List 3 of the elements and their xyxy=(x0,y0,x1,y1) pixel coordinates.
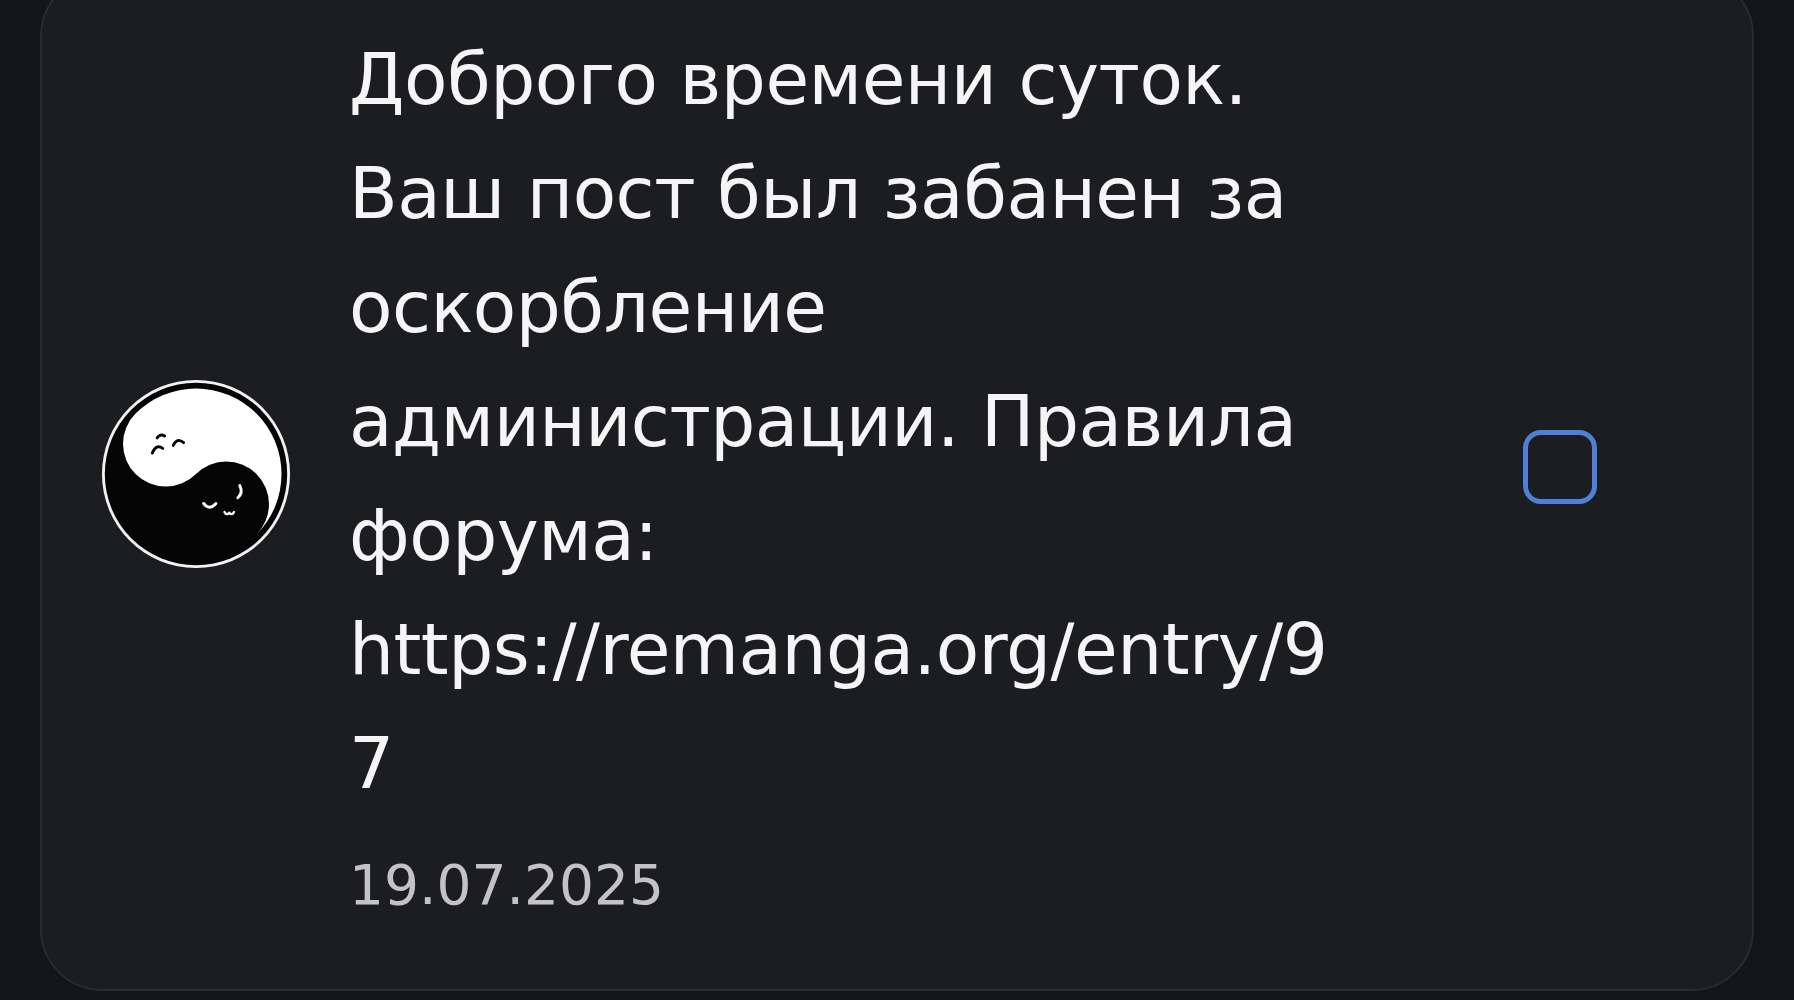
message-text: Доброго времени суток. Ваш пост был забанен за оскорбление администрации. Правила форума: https://remanga.org/entry/97 xyxy=(349,37,1329,807)
date-text: 19.07.2025 xyxy=(349,852,664,919)
checkbox[interactable] xyxy=(1523,430,1597,504)
